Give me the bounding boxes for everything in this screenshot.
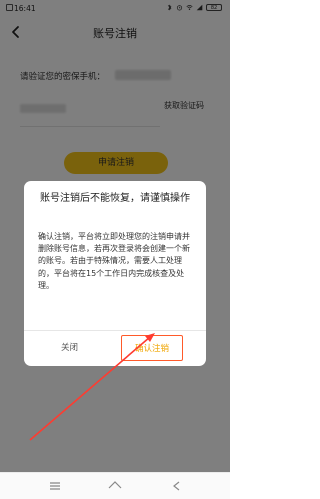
dialog-title: 账号注销后不能恢复，请谨慎操作 bbox=[40, 193, 190, 204]
dialog-body: 确认注销，平台将立即处理您的注销申请并删除账号信息，若再次登录将会创建一个新的账… bbox=[38, 232, 190, 290]
system-nav-bar bbox=[0, 472, 230, 499]
menu-icon[interactable] bbox=[46, 478, 64, 494]
confirm-dialog: 账号注销后不能恢复，请谨慎操作 确认注销，平台将立即处理您的注销申请并删除账号信… bbox=[24, 181, 206, 366]
close-button[interactable]: 关闭 bbox=[24, 331, 115, 366]
confirm-cancel-account-button[interactable]: 确认注销 bbox=[121, 335, 183, 361]
nav-back-icon[interactable] bbox=[168, 478, 186, 494]
home-icon[interactable] bbox=[106, 478, 124, 494]
